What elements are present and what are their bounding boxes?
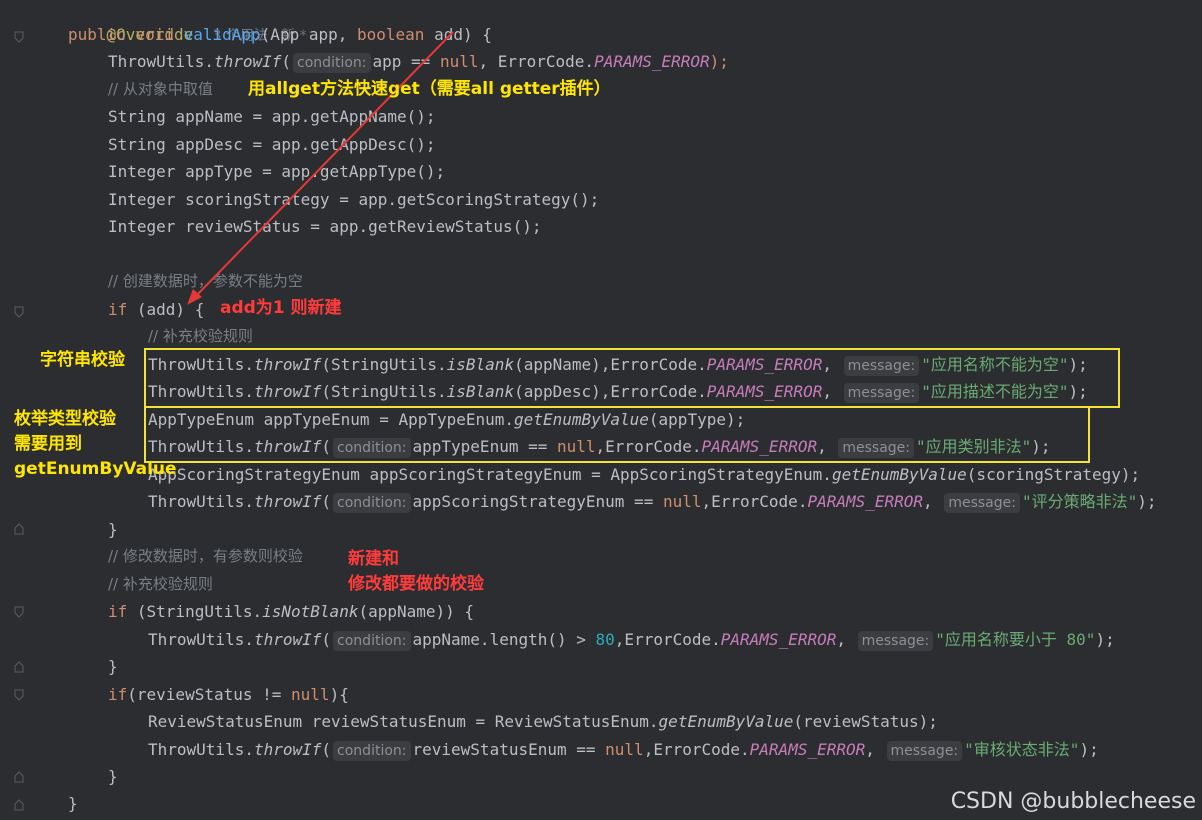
watermark: CSDN @bubblecheese: [950, 789, 1196, 814]
annotation-arrow: [187, 31, 454, 305]
note-string-check: 字符串校验: [40, 350, 125, 370]
note-allget: 用allget方法快速get（需要all getter插件）: [248, 79, 611, 99]
note-enum-check-1: 枚举类型校验: [14, 409, 116, 429]
note-both-1: 新建和: [348, 549, 399, 569]
note-add-new: add为1 则新建: [220, 298, 342, 318]
note-enum-check-3: getEnumByValue: [14, 459, 177, 479]
note-enum-check-2: 需要用到: [14, 434, 82, 454]
note-both-2: 修改都要做的校验: [348, 574, 484, 594]
